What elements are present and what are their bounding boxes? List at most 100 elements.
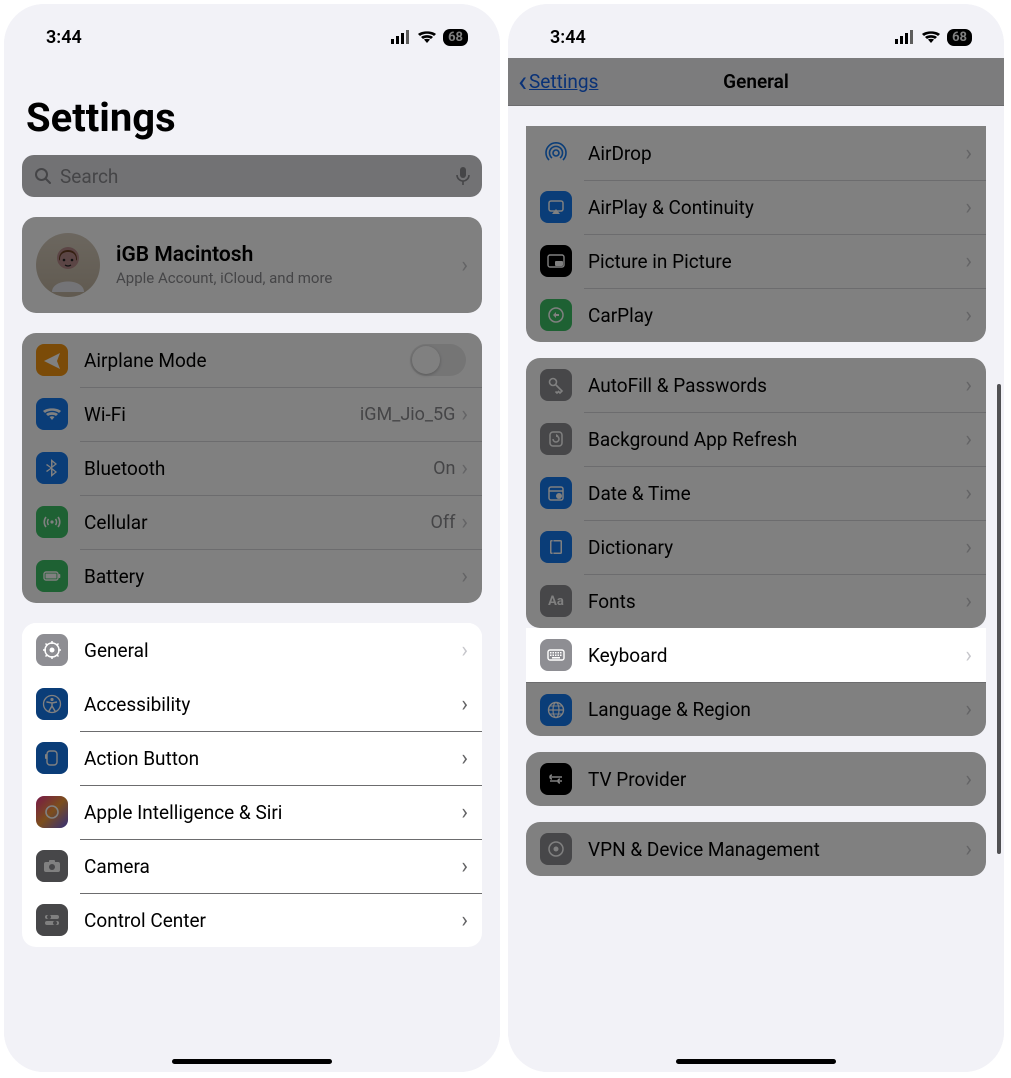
mic-icon[interactable] xyxy=(456,166,470,186)
search-input[interactable]: Search xyxy=(22,155,482,197)
chevron-right-icon: › xyxy=(965,589,972,614)
chevron-right-icon: › xyxy=(461,510,468,535)
status-right: 68 xyxy=(895,29,972,46)
row-vpn[interactable]: VPN & Device Management › xyxy=(526,822,986,876)
row-airdrop[interactable]: AirDrop › xyxy=(526,126,986,180)
row-label: Battery xyxy=(84,565,461,588)
profile-sub: Apple Account, iCloud, and more xyxy=(116,269,461,287)
row-carplay[interactable]: CarPlay › xyxy=(526,288,986,342)
row-general[interactable]: General › xyxy=(22,623,482,677)
row-language-region[interactable]: Language & Region › xyxy=(526,682,986,736)
control-center-icon xyxy=(36,904,68,936)
row-accessibility[interactable]: Accessibility › xyxy=(22,677,482,731)
row-label: General xyxy=(84,639,461,662)
airplane-toggle[interactable] xyxy=(410,344,466,376)
chevron-right-icon: › xyxy=(461,456,468,481)
row-label: Keyboard xyxy=(588,644,965,667)
chevron-right-icon: › xyxy=(965,481,972,506)
settings-group-network: Airplane Mode Wi-Fi iGM_Jio_5G › Bluetoo… xyxy=(22,333,482,603)
row-airplane-mode[interactable]: Airplane Mode xyxy=(22,333,482,387)
key-icon xyxy=(540,369,572,401)
row-autofill[interactable]: AutoFill & Passwords › xyxy=(526,358,986,412)
row-label: AirDrop xyxy=(588,142,965,165)
settings-group-system: General › Accessibility › Action Button … xyxy=(22,623,482,947)
row-label: Bluetooth xyxy=(84,457,433,480)
row-label: AirPlay & Continuity xyxy=(588,196,965,219)
chevron-right-icon: › xyxy=(965,697,972,722)
row-control-center[interactable]: Control Center › xyxy=(22,893,482,947)
general-group-system-cont: Keyboard › xyxy=(526,628,986,682)
row-label: Control Center xyxy=(84,909,461,932)
search-icon xyxy=(34,167,52,185)
row-label: Language & Region xyxy=(588,698,965,721)
globe-icon xyxy=(540,694,572,726)
battery-badge: 68 xyxy=(947,29,972,46)
row-label: Cellular xyxy=(84,511,430,534)
row-pip[interactable]: Picture in Picture › xyxy=(526,234,986,288)
chevron-right-icon: › xyxy=(965,373,972,398)
profile-card[interactable]: iGB Macintosh Apple Account, iCloud, and… xyxy=(22,217,482,313)
row-value: Off xyxy=(430,512,455,533)
row-label: Action Button xyxy=(84,747,461,770)
phone-left-settings: 3:44 68 Settings Search xyxy=(4,4,500,1072)
chevron-right-icon: › xyxy=(461,854,468,879)
row-label: Fonts xyxy=(588,590,965,613)
row-cellular[interactable]: Cellular Off › xyxy=(22,495,482,549)
row-date-time[interactable]: Date & Time › xyxy=(526,466,986,520)
general-group-system: AutoFill & Passwords › Background App Re… xyxy=(526,358,986,628)
airplane-icon xyxy=(36,344,68,376)
row-airplay[interactable]: AirPlay & Continuity › xyxy=(526,180,986,234)
row-label: VPN & Device Management xyxy=(588,838,965,861)
status-time: 3:44 xyxy=(550,27,586,48)
siri-icon xyxy=(36,796,68,828)
chevron-right-icon: › xyxy=(965,427,972,452)
row-keyboard[interactable]: Keyboard › xyxy=(526,628,986,682)
back-button[interactable]: ‹ Settings xyxy=(518,58,598,105)
row-tv-provider[interactable]: TV Provider › xyxy=(526,752,986,806)
chevron-right-icon: › xyxy=(965,195,972,220)
chevron-right-icon: › xyxy=(461,564,468,589)
cellular-icon xyxy=(391,30,411,44)
accessibility-icon xyxy=(36,688,68,720)
row-label: Apple Intelligence & Siri xyxy=(84,801,461,824)
chevron-right-icon: › xyxy=(461,402,468,427)
row-camera[interactable]: Camera › xyxy=(22,839,482,893)
battery-icon xyxy=(36,560,68,592)
back-label: Settings xyxy=(529,70,598,93)
profile-name: iGB Macintosh xyxy=(116,243,461,267)
gear-icon xyxy=(36,634,68,666)
general-group-system-cont2: Language & Region › xyxy=(526,682,986,736)
chevron-right-icon: › xyxy=(461,692,468,717)
row-bg-refresh[interactable]: Background App Refresh › xyxy=(526,412,986,466)
pip-icon xyxy=(540,245,572,277)
home-indicator xyxy=(676,1059,836,1064)
row-battery[interactable]: Battery › xyxy=(22,549,482,603)
row-label: Background App Refresh xyxy=(588,428,965,451)
row-siri[interactable]: Apple Intelligence & Siri › xyxy=(22,785,482,839)
row-action-button[interactable]: Action Button › xyxy=(22,731,482,785)
row-wifi[interactable]: Wi-Fi iGM_Jio_5G › xyxy=(22,387,482,441)
vpn-icon xyxy=(540,833,572,865)
chevron-right-icon: › xyxy=(965,303,972,328)
search-placeholder: Search xyxy=(60,165,448,188)
row-value: iGM_Jio_5G xyxy=(360,404,456,425)
row-label: Wi-Fi xyxy=(84,403,360,426)
chevron-right-icon: › xyxy=(965,837,972,862)
airplay-icon xyxy=(540,191,572,223)
row-dictionary[interactable]: Dictionary › xyxy=(526,520,986,574)
row-value: On xyxy=(433,458,455,479)
row-fonts[interactable]: Aa Fonts › xyxy=(526,574,986,628)
cellular-icon xyxy=(895,30,915,44)
general-group-tv: TV Provider › xyxy=(526,752,986,806)
row-label: TV Provider xyxy=(588,768,965,791)
wifi-icon xyxy=(417,30,437,44)
calendar-icon xyxy=(540,477,572,509)
row-bluetooth[interactable]: Bluetooth On › xyxy=(22,441,482,495)
chevron-right-icon: › xyxy=(461,908,468,933)
airdrop-icon xyxy=(540,137,572,169)
wifi-icon xyxy=(921,30,941,44)
status-bar: 3:44 68 xyxy=(4,4,500,58)
tv-icon xyxy=(540,763,572,795)
battery-badge: 68 xyxy=(443,29,468,46)
chevron-right-icon: › xyxy=(965,643,972,668)
